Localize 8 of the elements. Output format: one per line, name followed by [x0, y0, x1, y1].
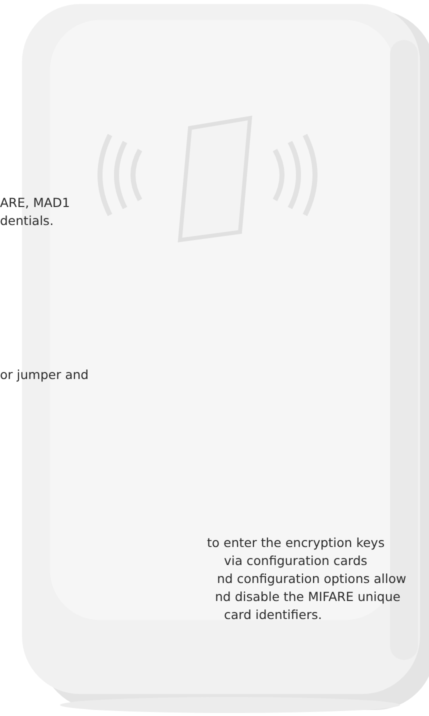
text-line: nd configuration options allow — [217, 570, 406, 588]
text-line: or jumper and — [0, 366, 89, 384]
text-line: ARE, MAD1 — [0, 194, 70, 212]
text-line: card identifiers. — [224, 606, 322, 624]
text-line: via configuration cards — [224, 552, 368, 570]
text-line: to enter the encryption keys — [207, 534, 385, 552]
text-line: nd disable the MIFARE unique — [215, 588, 400, 606]
text-line: dentials. — [0, 212, 54, 230]
